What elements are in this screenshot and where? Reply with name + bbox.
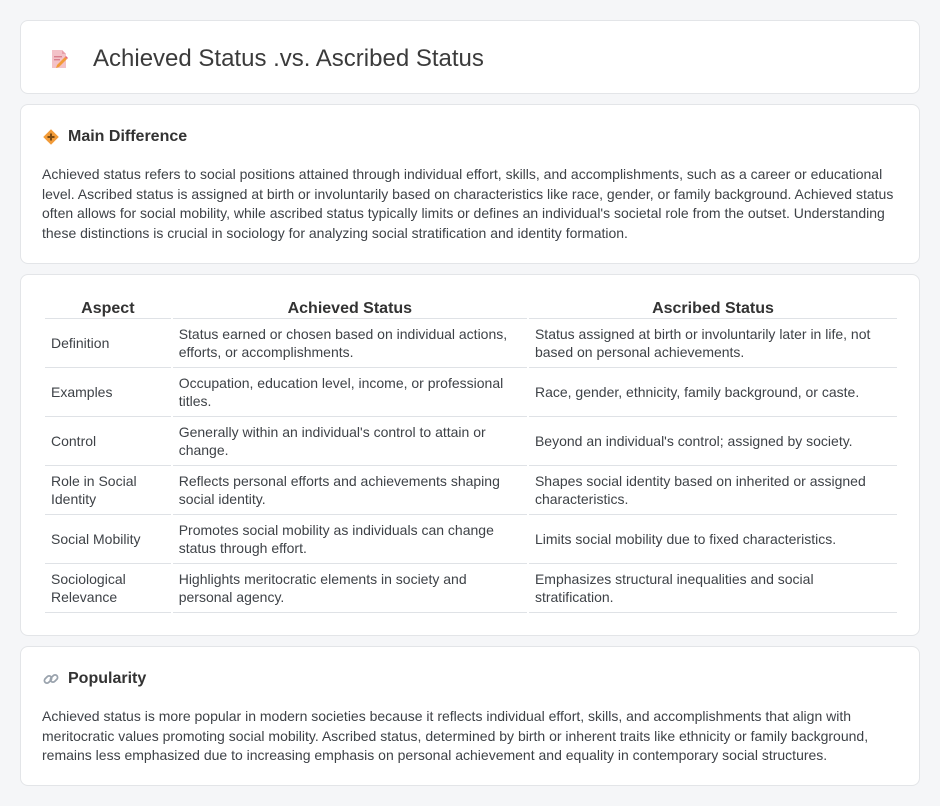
aspect-cell: Definition [45, 319, 171, 368]
link-icon [42, 670, 60, 688]
table-row: Social Mobility Promotes social mobility… [45, 515, 897, 564]
table-row: Control Generally within an individual's… [45, 417, 897, 466]
aspect-cell: Role in Social Identity [45, 466, 171, 515]
ascribed-cell: Beyond an individual's control; assigned… [528, 417, 897, 466]
aspect-cell: Social Mobility [45, 515, 171, 564]
table-header-row: Aspect Achieved Status Ascribed Status [45, 297, 897, 319]
popularity-heading: Popularity [42, 668, 146, 690]
aspect-cell: Examples [45, 368, 171, 417]
achieved-cell: Generally within an individual's control… [172, 417, 527, 466]
popularity-title: Popularity [68, 670, 147, 687]
table-row: Sociological Relevance Highlights merito… [45, 564, 897, 613]
header-ascribed-status: Ascribed Status [528, 297, 897, 319]
comparison-table: Aspect Achieved Status Ascribed Status D… [43, 297, 899, 613]
achieved-cell: Highlights meritocratic elements in soci… [172, 564, 527, 613]
achieved-cell: Occupation, education level, income, or … [172, 368, 527, 417]
popularity-section: Popularity Achieved status is more popul… [20, 646, 920, 786]
achieved-cell: Promotes social mobility as individuals … [172, 515, 527, 564]
main-difference-text: Achieved status refers to social positio… [42, 166, 894, 242]
achieved-cell: Status earned or chosen based on individ… [172, 319, 527, 368]
header-achieved-status: Achieved Status [172, 297, 527, 319]
aspect-cell: Control [45, 417, 171, 466]
ascribed-cell: Limits social mobility due to fixed char… [528, 515, 897, 564]
table-row: Role in Social Identity Reflects persona… [45, 466, 897, 515]
diamond-sign-icon [42, 128, 60, 146]
header-aspect: Aspect [45, 297, 171, 319]
main-difference-section: Main Difference Achieved status refers t… [20, 104, 920, 264]
ascribed-cell: Status assigned at birth or involuntaril… [528, 319, 897, 368]
page-title: Achieved Status .vs. Ascribed Status [93, 45, 484, 72]
edit-document-icon [48, 48, 70, 70]
ascribed-cell: Emphasizes structural inequalities and s… [528, 564, 897, 613]
main-difference-heading: Main Difference [42, 126, 187, 148]
popularity-text: Achieved status is more popular in moder… [42, 708, 869, 764]
ascribed-cell: Shapes social identity based on inherite… [528, 466, 897, 515]
aspect-cell: Sociological Relevance [45, 564, 171, 613]
table-row: Definition Status earned or chosen based… [45, 319, 897, 368]
main-difference-title: Main Difference [68, 128, 188, 145]
ascribed-cell: Race, gender, ethnicity, family backgrou… [528, 368, 897, 417]
achieved-cell: Reflects personal efforts and achievemen… [172, 466, 527, 515]
header-card: Achieved Status .vs. Ascribed Status [20, 20, 920, 94]
table-row: Examples Occupation, education level, in… [45, 368, 897, 417]
comparison-table-section: Aspect Achieved Status Ascribed Status D… [20, 274, 920, 636]
